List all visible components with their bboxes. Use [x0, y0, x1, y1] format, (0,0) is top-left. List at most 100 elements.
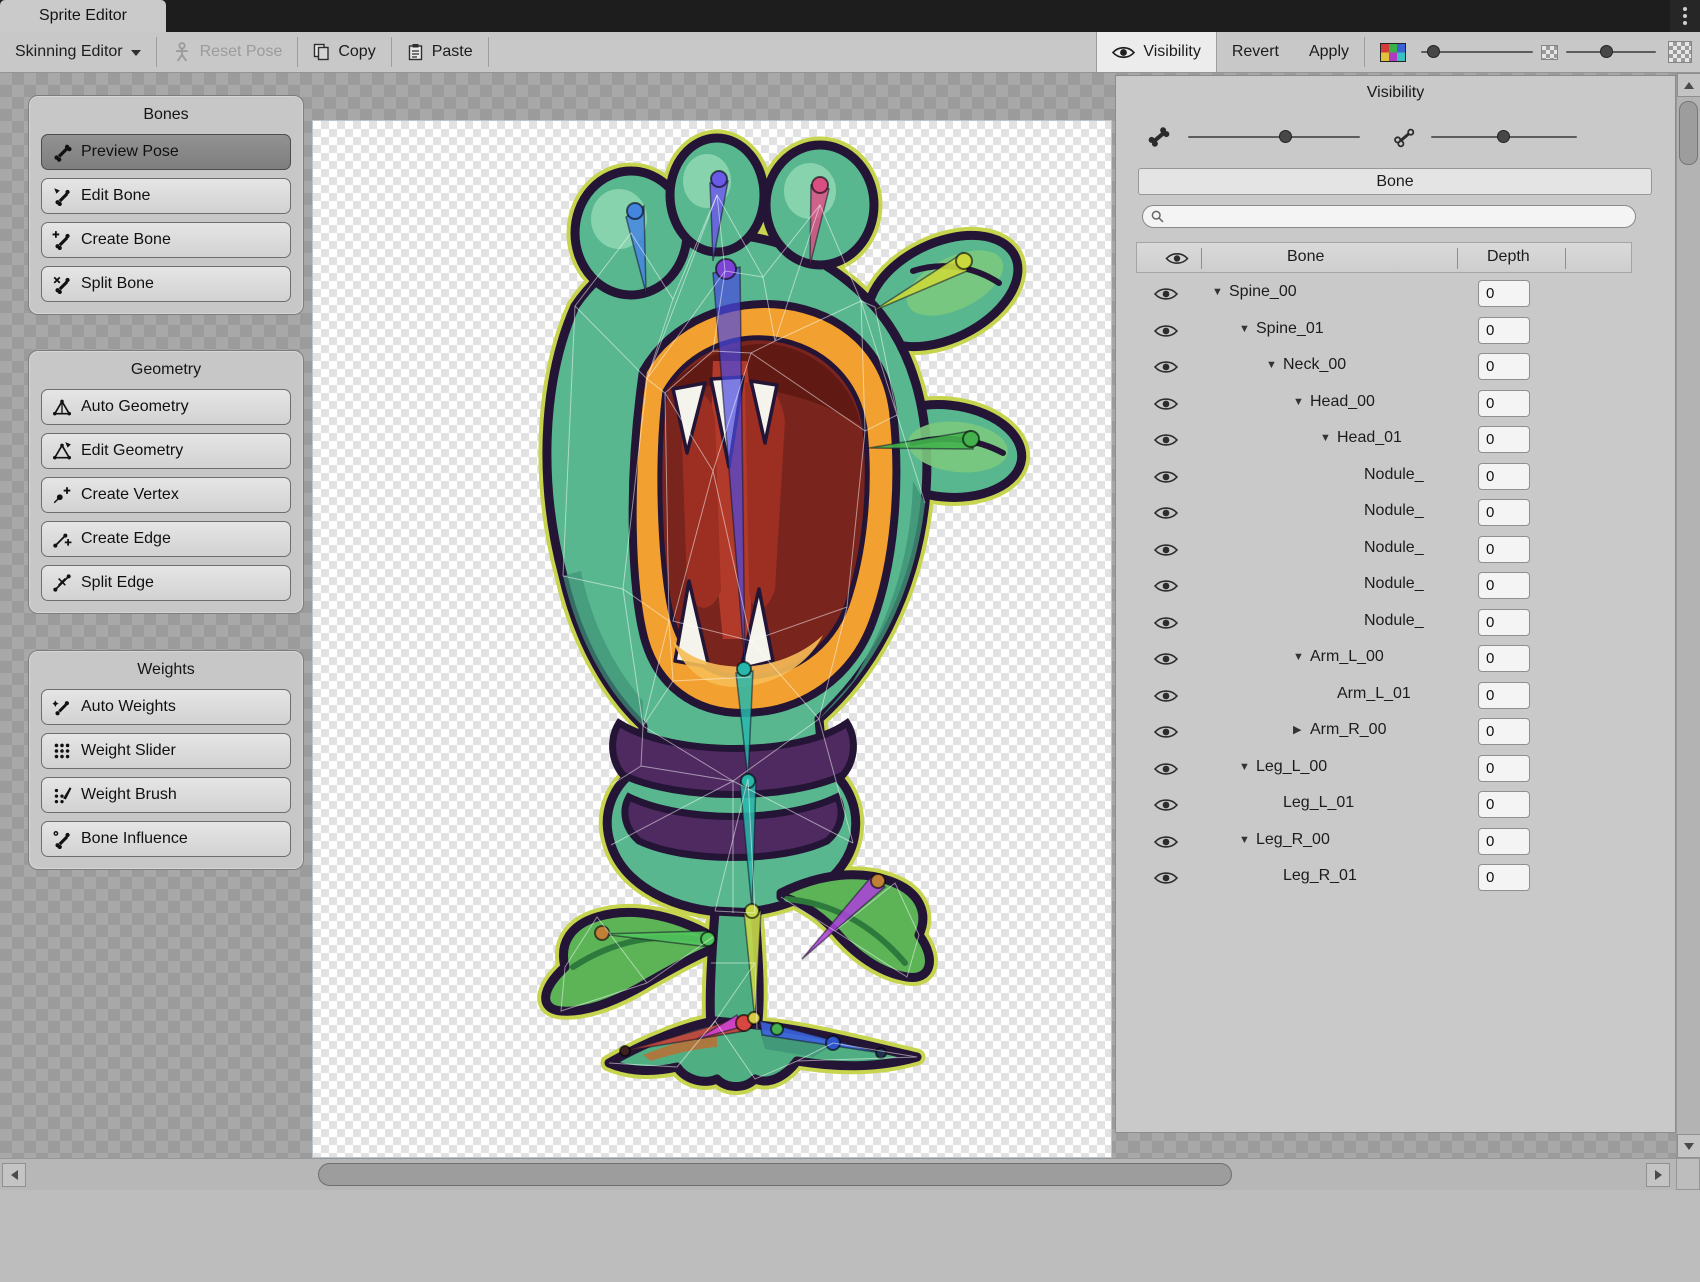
weight-slider-button[interactable]: Weight Slider [41, 733, 291, 769]
bone-row[interactable]: ▼Head_01 [1116, 422, 1677, 459]
eye-icon[interactable] [1154, 323, 1178, 339]
depth-input[interactable] [1478, 353, 1530, 380]
bone-row[interactable]: ▶Arm_R_00 [1116, 714, 1677, 751]
vertical-scrollbar[interactable] [1676, 73, 1700, 1158]
eye-icon[interactable] [1154, 286, 1178, 302]
foldout-arrow[interactable]: ▼ [1239, 834, 1256, 846]
depth-input[interactable] [1478, 718, 1530, 745]
zoom-slider-knob[interactable] [1427, 45, 1440, 58]
bone-row[interactable]: ▼Leg_R_00 [1116, 824, 1677, 861]
bone-row[interactable]: Nodule_ [1116, 532, 1677, 569]
depth-input[interactable] [1478, 317, 1530, 344]
visibility-toggle-button[interactable]: Visibility [1096, 32, 1217, 72]
kebab-menu-icon[interactable] [1670, 0, 1700, 32]
eye-icon[interactable] [1154, 834, 1178, 850]
foldout-arrow[interactable]: ▼ [1212, 286, 1229, 298]
foldout-arrow[interactable]: ▼ [1266, 359, 1283, 371]
vertical-scroll-thumb[interactable] [1679, 101, 1698, 165]
depth-input[interactable] [1478, 390, 1530, 417]
create-bone-button[interactable]: Create Bone [41, 222, 291, 258]
bone-opacity-slider[interactable] [1431, 136, 1577, 138]
sprite-canvas[interactable] [312, 120, 1112, 1158]
eye-icon[interactable] [1154, 688, 1178, 704]
tab-sprite-editor[interactable]: Sprite Editor [0, 0, 166, 32]
texture-channels-button[interactable] [1365, 32, 1421, 72]
eye-icon[interactable] [1154, 505, 1178, 521]
eye-icon[interactable] [1154, 542, 1178, 558]
depth-input[interactable] [1478, 682, 1530, 709]
bone-search-field[interactable] [1142, 205, 1636, 228]
bone-row[interactable]: ▼Neck_00 [1116, 349, 1677, 386]
eye-icon[interactable] [1154, 870, 1178, 886]
bone-row[interactable]: Nodule_ [1116, 605, 1677, 642]
eye-icon[interactable] [1154, 469, 1178, 485]
scroll-left-arrow[interactable] [2, 1163, 26, 1187]
scroll-right-arrow[interactable] [1646, 1163, 1670, 1187]
alpha-slider-knob[interactable] [1600, 45, 1613, 58]
depth-input[interactable] [1478, 645, 1530, 672]
header-bone-label[interactable]: Bone [1287, 248, 1324, 266]
depth-input[interactable] [1478, 609, 1530, 636]
reset-pose-button[interactable]: Reset Pose [157, 32, 298, 72]
bone-row[interactable]: Leg_R_01 [1116, 860, 1677, 897]
eye-icon[interactable] [1154, 761, 1178, 777]
depth-input[interactable] [1478, 463, 1530, 490]
bone-size-knob[interactable] [1279, 130, 1292, 143]
bone-row[interactable]: Nodule_ [1116, 459, 1677, 496]
weight-brush-button[interactable]: Weight Brush [41, 777, 291, 813]
eye-icon[interactable] [1154, 615, 1178, 631]
bone-row[interactable]: ▼Spine_00 [1116, 276, 1677, 313]
zoom-slider[interactable] [1421, 51, 1533, 53]
horizontal-scroll-thumb[interactable] [318, 1163, 1232, 1186]
create-vertex-button[interactable]: Create Vertex [41, 477, 291, 513]
depth-input[interactable] [1478, 499, 1530, 526]
split-edge-button[interactable]: Split Edge [41, 565, 291, 601]
depth-input[interactable] [1478, 572, 1530, 599]
foldout-arrow[interactable]: ▼ [1293, 651, 1310, 663]
depth-input[interactable] [1478, 864, 1530, 891]
bone-row[interactable]: ▼Head_00 [1116, 386, 1677, 423]
foldout-arrow[interactable]: ▼ [1320, 432, 1337, 444]
apply-button[interactable]: Apply [1294, 32, 1364, 72]
paste-button[interactable]: Paste [392, 32, 488, 72]
bone-row[interactable]: Leg_L_01 [1116, 787, 1677, 824]
bone-row[interactable]: ▼Leg_L_00 [1116, 751, 1677, 788]
header-depth-label[interactable]: Depth [1487, 248, 1530, 266]
bone-opacity-knob[interactable] [1497, 130, 1510, 143]
alpha-slider[interactable] [1566, 51, 1656, 53]
depth-input[interactable] [1478, 755, 1530, 782]
scroll-down-arrow[interactable] [1677, 1134, 1700, 1158]
auto-geometry-button[interactable]: Auto Geometry [41, 389, 291, 425]
bone-size-slider[interactable] [1188, 136, 1360, 138]
depth-input[interactable] [1478, 426, 1530, 453]
search-input[interactable] [1170, 209, 1635, 225]
bone-influence-button[interactable]: Bone Influence [41, 821, 291, 857]
eye-icon[interactable] [1154, 797, 1178, 813]
eye-icon[interactable] [1154, 359, 1178, 375]
depth-input[interactable] [1478, 828, 1530, 855]
bone-row[interactable]: ▼Arm_L_00 [1116, 641, 1677, 678]
revert-button[interactable]: Revert [1217, 32, 1294, 72]
tab-bone[interactable]: Bone [1138, 168, 1652, 195]
horizontal-scrollbar[interactable] [0, 1158, 1676, 1190]
eye-icon[interactable] [1154, 578, 1178, 594]
bone-row[interactable]: Nodule_ [1116, 568, 1677, 605]
eye-icon[interactable] [1154, 724, 1178, 740]
depth-input[interactable] [1478, 791, 1530, 818]
copy-button[interactable]: Copy [298, 32, 390, 72]
bone-row[interactable]: Nodule_ [1116, 495, 1677, 532]
skinning-editor-dropdown[interactable]: Skinning Editor [0, 32, 156, 72]
eye-icon[interactable] [1154, 432, 1178, 448]
bone-row[interactable]: ▼Spine_01 [1116, 313, 1677, 350]
auto-weights-button[interactable]: Auto Weights [41, 689, 291, 725]
foldout-arrow[interactable]: ▶ [1293, 723, 1310, 736]
eye-icon[interactable] [1154, 396, 1178, 412]
depth-input[interactable] [1478, 280, 1530, 307]
preview-pose-button[interactable]: Preview Pose [41, 134, 291, 170]
split-bone-button[interactable]: Split Bone [41, 266, 291, 302]
bone-row[interactable]: Arm_L_01 [1116, 678, 1677, 715]
edit-bone-button[interactable]: Edit Bone [41, 178, 291, 214]
edit-geometry-button[interactable]: Edit Geometry [41, 433, 291, 469]
eye-icon[interactable] [1154, 651, 1178, 667]
foldout-arrow[interactable]: ▼ [1293, 396, 1310, 408]
